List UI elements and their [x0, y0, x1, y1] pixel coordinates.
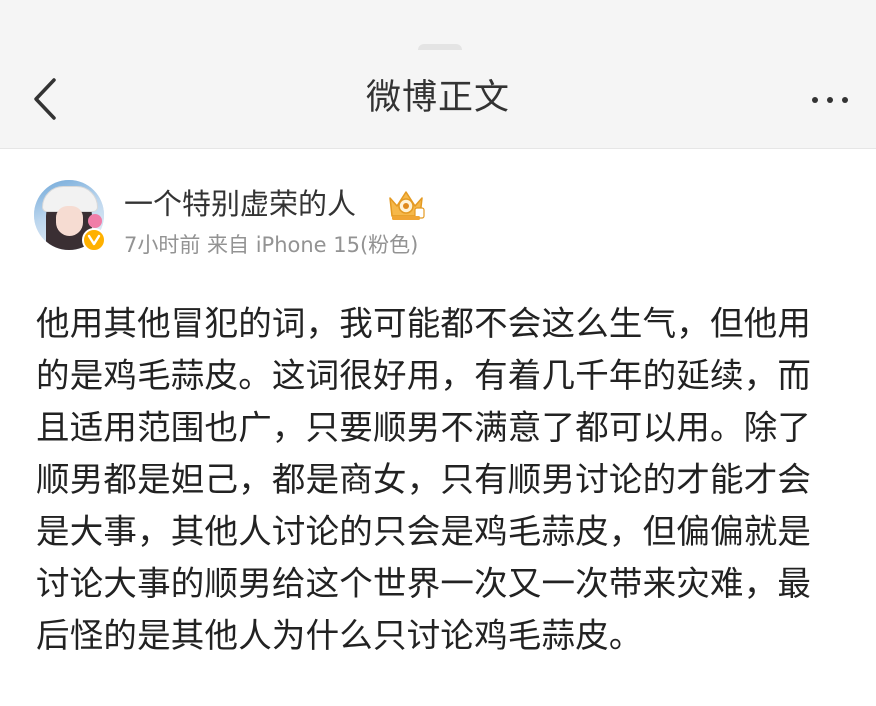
- status-bar-area: [0, 0, 876, 50]
- weibo-post-page: 微博正文 一个特别虚荣的人 7小时前 来自 iPhone 15(粉色) 他用其他…: [0, 0, 876, 706]
- top-navigation-bar: 微博正文: [0, 50, 876, 149]
- page-title: 微博正文: [365, 78, 510, 118]
- post-text: 他用其他冒犯的词，我可能都不会这么生气，但他用 的是鸡毛蒜皮。这词很好用，有着几…: [36, 304, 812, 655]
- verified-v-icon: [82, 228, 106, 252]
- author-row: 一个特别虚荣的人 7小时前 来自 iPhone 15(粉色): [34, 180, 854, 260]
- post-timestamp-source: 7小时前 来自 iPhone 15(粉色): [124, 233, 419, 257]
- author-name[interactable]: 一个特别虚荣的人: [124, 184, 356, 224]
- more-options-button[interactable]: [808, 80, 852, 120]
- more-horizontal-icon-dot: [827, 97, 833, 103]
- crown-vip-icon[interactable]: [384, 188, 428, 224]
- more-horizontal-icon-dot: [842, 97, 848, 103]
- more-horizontal-icon: [812, 97, 818, 103]
